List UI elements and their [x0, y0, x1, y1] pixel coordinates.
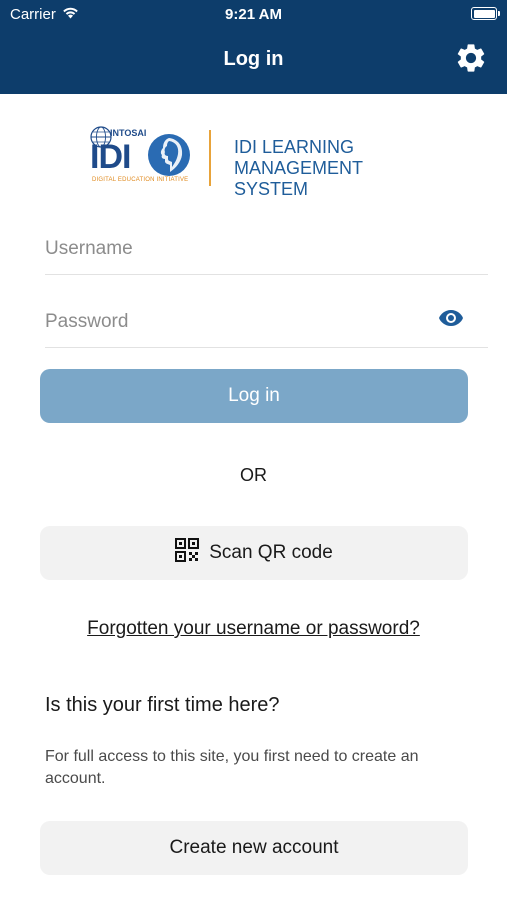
- eye-icon: [438, 309, 464, 332]
- signup-description: For full access to this site, you first …: [45, 748, 419, 787]
- or-divider-label: OR: [240, 465, 267, 485]
- username-input[interactable]: [45, 229, 425, 269]
- password-field: [45, 302, 488, 348]
- logo-org: INTOSAI: [110, 128, 147, 138]
- forgot-credentials-link[interactable]: Forgotten your username or password?: [0, 618, 507, 640]
- create-account-button[interactable]: Create new account: [40, 821, 468, 875]
- battery-icon: [471, 7, 500, 20]
- page-title: Log in: [223, 48, 284, 70]
- status-bar: Carrier 9:21 AM: [0, 0, 507, 28]
- top-bar: Carrier 9:21 AM Log in: [0, 0, 507, 94]
- username-field: [45, 229, 488, 275]
- logo-divider: [209, 130, 211, 186]
- qr-code-icon: [175, 538, 200, 568]
- profile-head-icon: [148, 134, 190, 176]
- show-password-toggle[interactable]: [436, 308, 466, 332]
- scan-qr-label: Scan QR code: [209, 542, 333, 563]
- logo-title: IDI LEARNING MANAGEMENT SYSTEM: [234, 137, 436, 200]
- login-button[interactable]: Log in: [40, 369, 468, 423]
- idi-logo: INTOSAI IDI DIGITAL EDUCATION INITIATIVE…: [86, 126, 436, 199]
- signup-heading: Is this your first time here?: [45, 694, 280, 716]
- password-input[interactable]: [45, 302, 425, 342]
- logo-tagline: DIGITAL EDUCATION INITIATIVE: [92, 177, 189, 183]
- settings-button[interactable]: [453, 42, 489, 78]
- gear-icon: [454, 41, 488, 80]
- status-time: 9:21 AM: [225, 6, 282, 23]
- logo-title-line1: IDI LEARNING: [234, 137, 355, 157]
- logo-wordmark: IDI: [90, 138, 131, 176]
- logo-title-line2: MANAGEMENT SYSTEM: [234, 158, 363, 199]
- battery-level: [473, 9, 495, 18]
- scan-qr-button[interactable]: Scan QR code: [40, 526, 468, 580]
